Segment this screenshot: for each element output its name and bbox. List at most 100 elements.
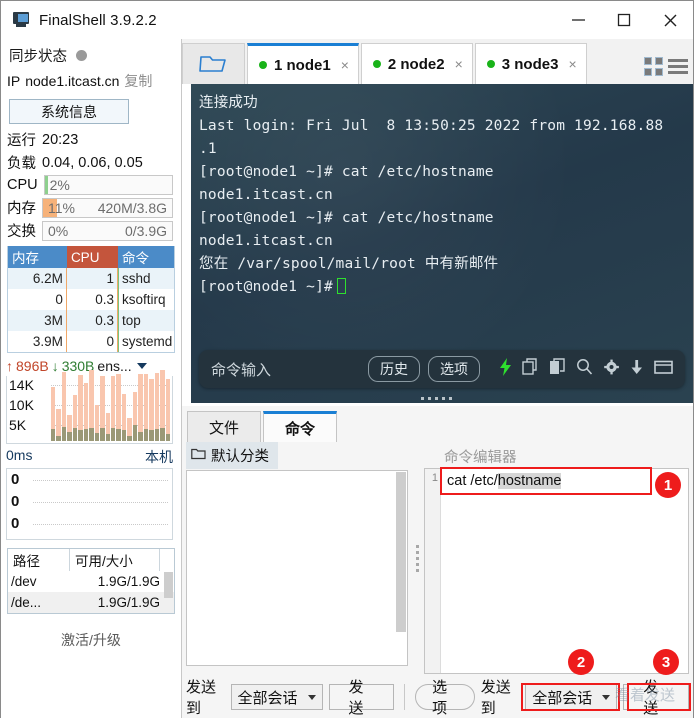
net-bar xyxy=(78,374,83,441)
cell-memory: 6.2M xyxy=(8,268,67,289)
lat-y-label: 0 xyxy=(11,515,20,532)
send-button-left[interactable]: 发送 xyxy=(328,679,395,717)
process-table[interactable]: 内存 CPU 命令 6.2M 1 sshd 0 0.3 ksoftirq 3M … xyxy=(7,246,175,353)
chevron-down-icon[interactable] xyxy=(136,363,147,369)
maximize-icon[interactable] xyxy=(601,1,647,39)
tab-node1[interactable]: 1 node1 × xyxy=(247,43,359,84)
close-icon[interactable] xyxy=(647,1,693,39)
table-row[interactable]: /de... 1.9G/1.9G xyxy=(8,592,174,613)
sync-status-row: 同步状态 xyxy=(1,39,181,68)
activate-upgrade-link[interactable]: 激活/升级 xyxy=(1,630,181,650)
cell-cpu: 1 xyxy=(67,268,118,289)
pane-splitter[interactable] xyxy=(410,442,424,674)
close-icon[interactable]: × xyxy=(341,57,349,73)
cell-path: /dev xyxy=(11,574,37,589)
terminal-line: 连接成功 xyxy=(199,95,258,111)
net-bar xyxy=(127,418,132,441)
gear-icon[interactable] xyxy=(603,358,620,381)
app-title: FinalShell 3.9.2.2 xyxy=(39,11,157,29)
col-path[interactable]: 路径 xyxy=(8,549,70,571)
tab-files[interactable]: 文件 xyxy=(187,411,261,442)
ip-value: node1.itcast.cn xyxy=(25,73,120,89)
copy-link[interactable]: 复制 xyxy=(124,71,152,91)
session-select-left[interactable]: 全部会话 xyxy=(230,684,323,710)
command-input-bar[interactable]: 命令输入 历史 选项 xyxy=(199,350,685,388)
close-icon[interactable]: × xyxy=(455,56,463,72)
process-table-header: 内存 CPU 命令 xyxy=(8,246,174,268)
search-icon[interactable] xyxy=(576,358,593,381)
folder-icon xyxy=(191,448,206,464)
default-category-chip[interactable]: 默认分类 xyxy=(186,442,278,469)
net-bar xyxy=(121,394,127,441)
line-number: 1 xyxy=(431,472,438,484)
category-scrollbar[interactable] xyxy=(396,472,406,632)
open-folder-icon[interactable] xyxy=(182,43,245,84)
tab-label: 2 node2 xyxy=(387,55,445,73)
cell-memory: 3.9M xyxy=(8,331,67,352)
lightning-icon[interactable] xyxy=(499,357,512,381)
table-row[interactable]: /dev 1.9G/1.9G xyxy=(8,571,174,592)
table-row[interactable]: 6.2M 1 sshd xyxy=(8,268,174,289)
title-bar: FinalShell 3.9.2.2 xyxy=(1,1,693,39)
system-info-button[interactable]: 系统信息 xyxy=(9,99,129,124)
net-bar xyxy=(100,375,105,441)
memory-percent: 11% xyxy=(48,199,75,216)
command-text: cat /etc/ xyxy=(447,473,498,489)
splitter-grip[interactable] xyxy=(421,397,452,400)
terminal-line: [root@node1 ~]# cat /etc/hostname xyxy=(199,210,494,226)
tab-node2[interactable]: 2 node2 × xyxy=(360,43,473,84)
disk-scrollbar[interactable] xyxy=(164,572,173,598)
net-bar xyxy=(94,405,100,441)
sidebar: 同步状态 IP node1.itcast.cn 复制 系统信息 运行 20:23… xyxy=(1,39,181,718)
tab-node3[interactable]: 3 node3 × xyxy=(474,43,587,84)
tab-commands[interactable]: 命令 xyxy=(263,411,337,442)
table-row[interactable]: 3.9M 0 systemd xyxy=(8,331,174,352)
table-row[interactable]: 3M 0.3 top xyxy=(8,310,174,331)
upload-arrow-icon: ↑ xyxy=(6,358,13,374)
col-memory[interactable]: 内存 xyxy=(8,246,67,268)
cell-cpu: 0 xyxy=(67,331,118,352)
copy-icon[interactable] xyxy=(522,357,539,381)
swap-percent: 0% xyxy=(48,222,69,239)
load-value: 0.04, 0.06, 0.05 xyxy=(42,154,143,171)
options-button[interactable]: 选项 xyxy=(415,679,475,717)
history-button[interactable]: 历史 xyxy=(368,356,420,382)
bottom-panel: 文件 命令 默认分类 命令编辑器 1 cat /etc/hostname 发送到… xyxy=(182,406,693,718)
status-dot xyxy=(259,61,267,69)
tab-label: 3 node3 xyxy=(501,55,559,73)
net-bar xyxy=(149,378,154,441)
minimize-icon[interactable] xyxy=(555,1,601,39)
command-editor-box[interactable]: 1 cat /etc/hostname xyxy=(424,468,689,674)
cell-cpu: 0.3 xyxy=(67,289,118,310)
net-bar xyxy=(72,395,78,441)
disk-table[interactable]: 路径 可用/大小 /dev 1.9G/1.9G /de... 1.9G/1.9G xyxy=(7,548,175,614)
annotation-badge-1: 1 xyxy=(655,472,681,498)
terminal-line: .1 xyxy=(199,141,217,157)
hamburger-menu-icon[interactable] xyxy=(668,59,688,74)
editor-gutter: 1 xyxy=(425,469,441,673)
cell-command: ksoftirq xyxy=(117,289,174,310)
command-bar-icons xyxy=(499,357,673,381)
col-command[interactable]: 命令 xyxy=(118,246,174,268)
net-bar xyxy=(51,387,56,441)
col-cpu[interactable]: CPU xyxy=(66,246,119,268)
table-row[interactable]: 0 0.3 ksoftirq xyxy=(8,289,174,310)
bottom-panel-tabs: 文件 命令 xyxy=(182,406,693,442)
editor-lines[interactable]: cat /etc/hostname xyxy=(441,469,688,673)
paste-icon[interactable] xyxy=(549,357,566,381)
ip-row: IP node1.itcast.cn 复制 xyxy=(1,68,181,93)
col-size[interactable]: 可用/大小 xyxy=(70,549,160,571)
download-icon[interactable] xyxy=(630,358,644,381)
net-bar xyxy=(154,372,160,441)
command-input-placeholder: 命令输入 xyxy=(211,361,272,379)
net-bar xyxy=(165,379,170,441)
options-button[interactable]: 选项 xyxy=(428,356,480,382)
close-icon[interactable]: × xyxy=(568,56,576,72)
interface-name: ens... xyxy=(97,358,132,374)
memory-usage: 420M/3.8G xyxy=(97,199,167,216)
host-label[interactable]: 本机 xyxy=(145,447,173,467)
command-category-list[interactable] xyxy=(186,470,408,666)
window-icon[interactable] xyxy=(654,358,673,381)
net-bar xyxy=(110,375,116,441)
grid-view-icon[interactable] xyxy=(644,57,663,76)
